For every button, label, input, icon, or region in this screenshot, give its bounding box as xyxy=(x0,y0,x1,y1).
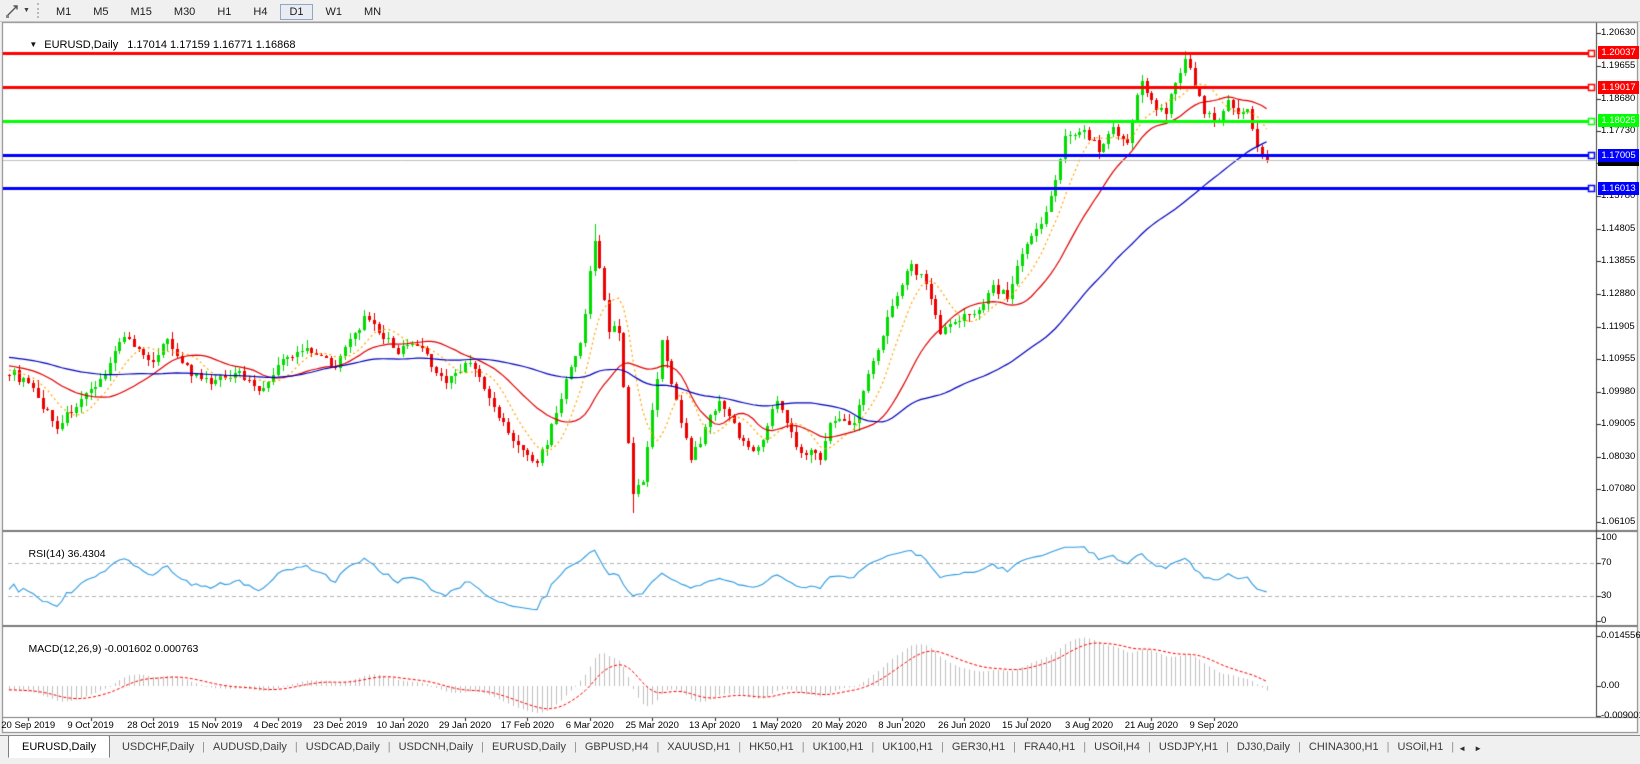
chart-tab-11[interactable]: GER30,H1 xyxy=(944,736,1013,753)
timeframe-button-m5[interactable]: M5 xyxy=(84,4,117,20)
chart-tab-3[interactable]: USDCAD,Daily xyxy=(298,736,388,753)
chart-tab-12[interactable]: FRA40,H1 xyxy=(1016,736,1083,753)
chart-tab-2[interactable]: AUDUSD,Daily xyxy=(205,736,295,753)
tabs-scroll-left-button[interactable]: ◄ xyxy=(1454,736,1470,753)
price-chart-canvas[interactable] xyxy=(0,0,1640,764)
chart-tab-16[interactable]: CHINA300,H1 xyxy=(1301,736,1387,753)
toolbar: ▼ M1 M5 M15 M30 H1 H4 D1 W1 MN xyxy=(0,0,1640,22)
timeframe-button-m30[interactable]: M30 xyxy=(165,4,204,20)
timeframe-bar: M1 M5 M15 M30 H1 H4 D1 W1 MN xyxy=(45,2,392,20)
chart-tab-0[interactable]: EURUSD,Daily xyxy=(8,736,110,758)
mt4-window: ▼ M1 M5 M15 M30 H1 H4 D1 W1 MN ▼ EURUSD,Daily 1.17… xyxy=(0,0,1640,764)
chart-tab-9[interactable]: UK100,H1 xyxy=(805,736,872,753)
timeframe-button-d1[interactable]: D1 xyxy=(280,3,313,20)
chart-tab-1[interactable]: USDCHF,Daily xyxy=(114,736,202,753)
timeframe-button-m1[interactable]: M1 xyxy=(47,4,80,20)
chart-tab-5[interactable]: EURUSD,Daily xyxy=(484,736,574,753)
timeframe-button-h4[interactable]: H4 xyxy=(244,4,276,20)
chart-tab-4[interactable]: USDCNH,Daily xyxy=(391,736,482,753)
timeframe-button-m15[interactable]: M15 xyxy=(122,4,161,20)
chart-tab-7[interactable]: XAUUSD,H1 xyxy=(659,736,738,753)
chart-tab-13[interactable]: USOil,H4 xyxy=(1086,736,1148,753)
dropdown-caret-icon[interactable]: ▼ xyxy=(23,7,30,14)
chart-tab-14[interactable]: USDJPY,H1 xyxy=(1151,736,1226,753)
tabs-scroll-right-button[interactable]: ► xyxy=(1470,736,1486,753)
chart-tab-10[interactable]: UK100,H1 xyxy=(874,736,941,753)
chart-tab-6[interactable]: GBPUSD,H4 xyxy=(577,736,657,753)
timeframe-button-h1[interactable]: H1 xyxy=(208,4,240,20)
chart-tabs-bar: EURUSD,Daily USDCHF,Daily | AUDUSD,Daily | US… xyxy=(0,735,1640,764)
toolbar-grip xyxy=(36,3,39,18)
chart-tab-8[interactable]: HK50,H1 xyxy=(741,736,802,753)
trendline-icon xyxy=(6,4,18,18)
chart-tab-15[interactable]: DJ30,Daily xyxy=(1229,736,1298,753)
chart-tab-17[interactable]: USOil,H1 xyxy=(1389,736,1451,753)
timeframe-button-mn[interactable]: MN xyxy=(355,4,390,20)
draw-tool-button[interactable] xyxy=(4,3,20,19)
timeframe-button-w1[interactable]: W1 xyxy=(317,4,352,20)
